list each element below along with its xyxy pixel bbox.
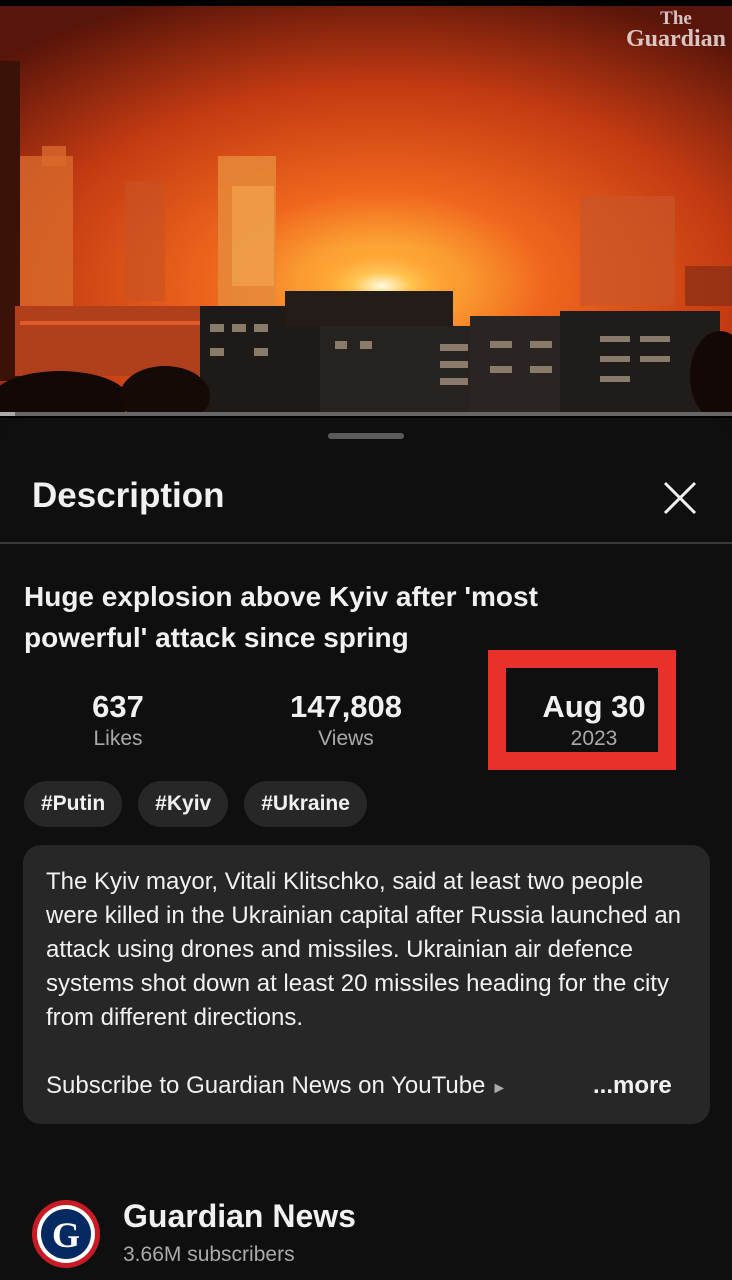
- description-sheet: Description Huge explosion above Kyiv af…: [0, 418, 732, 1280]
- description-text: The Kyiv mayor, Vitali Klitschko, said a…: [46, 868, 682, 1031]
- highlight-box: [488, 650, 676, 770]
- divider: [0, 542, 732, 544]
- hashtag-chip[interactable]: #Kyiv: [138, 781, 229, 827]
- subscribe-text: Subscribe to Guardian News on YouTube: [46, 1072, 486, 1099]
- subscribe-line: Subscribe to Guardian News on YouTube ►: [46, 1069, 507, 1106]
- video-progress-bar[interactable]: [0, 412, 732, 416]
- guardian-logo-icon: G: [41, 1209, 91, 1259]
- sheet-drag-handle[interactable]: [328, 433, 404, 439]
- avatar-ring: G: [37, 1205, 95, 1263]
- hashtag-list: #Putin #Kyiv #Ukraine: [24, 781, 367, 827]
- channel-row: G Guardian News 3.66M subscribers: [0, 1188, 732, 1280]
- channel-avatar[interactable]: G: [32, 1200, 100, 1268]
- views-label: Views: [318, 727, 374, 750]
- views-count: 147,808: [289, 689, 403, 724]
- channel-name[interactable]: Guardian News: [123, 1198, 356, 1235]
- more-button[interactable]: ...more: [591, 1069, 672, 1103]
- description-card[interactable]: The Kyiv mayor, Vitali Klitschko, said a…: [23, 845, 710, 1124]
- views-stat: 147,808 Views: [246, 688, 446, 752]
- likes-label: Likes: [93, 727, 143, 750]
- close-icon: [663, 481, 697, 515]
- likes-count: 637: [92, 689, 144, 724]
- video-frame: [0, 6, 732, 414]
- video-progress-fill: [0, 412, 15, 416]
- hashtag-chip[interactable]: #Putin: [24, 781, 123, 827]
- subscriber-count: 3.66M subscribers: [123, 1243, 295, 1266]
- hashtag-chip[interactable]: #Ukraine: [244, 781, 367, 827]
- video-player[interactable]: The Guardian: [0, 0, 732, 418]
- likes-stat: 637 Likes: [18, 688, 218, 752]
- sheet-title: Description: [32, 476, 225, 515]
- guardian-watermark: The Guardian: [625, 8, 726, 53]
- close-button[interactable]: [656, 474, 704, 522]
- video-title: Huge explosion above Kyiv after 'most po…: [24, 581, 538, 653]
- play-icon: ►: [491, 1080, 508, 1097]
